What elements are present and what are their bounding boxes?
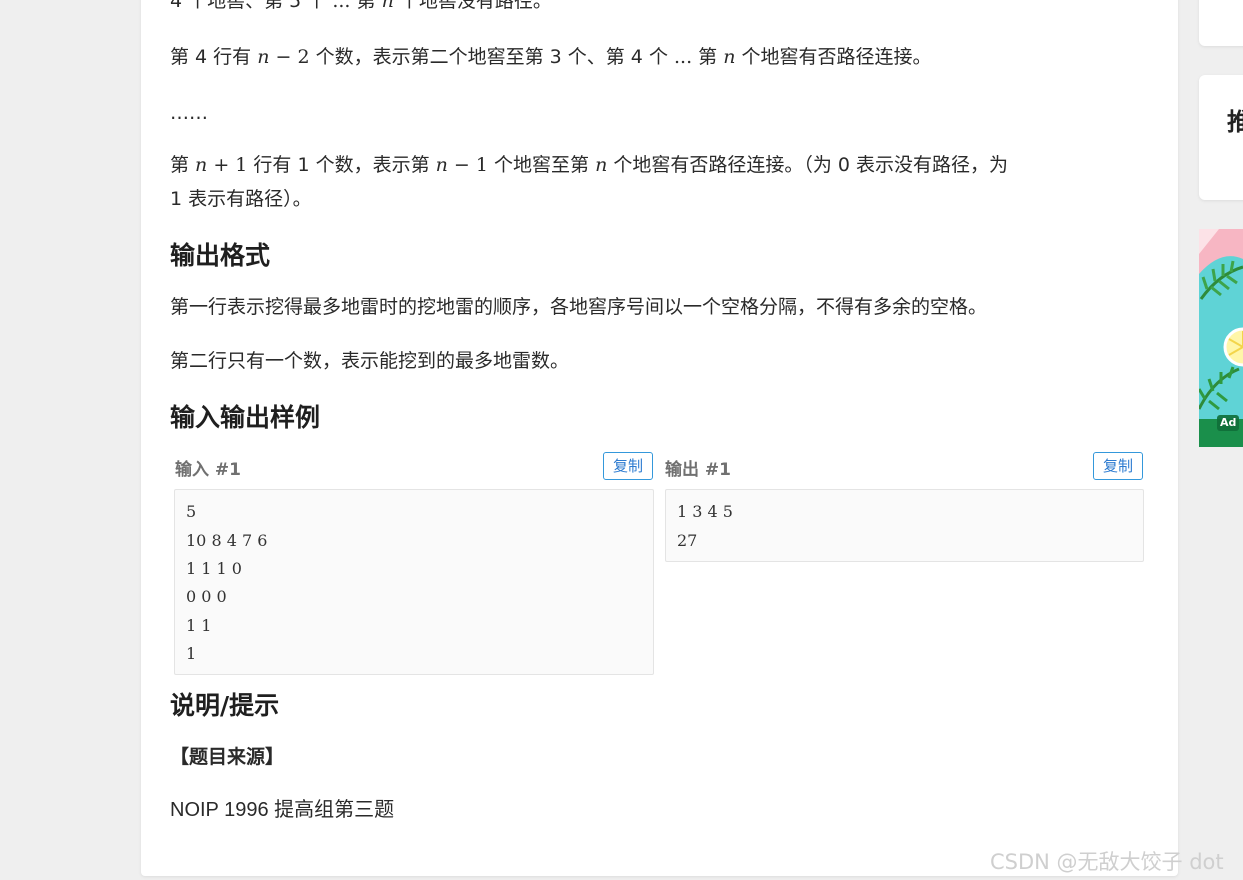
output-format-heading: 输出格式 [170,241,271,270]
input-format-last-line-cont: 1 表示有路径）。 [170,188,312,210]
code-line: 5 [186,502,197,521]
sample-output-box[interactable]: 1 3 4 5 27 [665,489,1144,562]
sidebar-card-top [1199,0,1243,46]
problem-text-partial: 4 个地窖、第 5 个 ... 第 n 个地窖没有路径。 [170,0,552,12]
input-format-last-line: 第 n + 1 行有 1 个数，表示第 n − 1 个地窖至第 n 个地窖有否路… [170,154,1009,176]
ad-badge: Ad [1220,416,1237,429]
output-format-line-1: 第一行表示挖得最多地雷时的挖地雷的顺序，各地窖序号间以一个空格分隔，不得有多余的… [170,296,988,318]
problem-card [141,0,1178,876]
sample-output-label: 输出 #1 [665,460,731,480]
copy-output-button[interactable]: 复制 [1093,452,1143,480]
code-line: 0 0 0 [186,587,227,606]
code-line: 27 [677,531,698,550]
ad-banner[interactable]: Ad [1199,229,1243,447]
sample-input-box[interactable]: 5 10 8 4 7 6 1 1 1 0 0 0 0 1 1 1 [174,489,654,675]
samples-heading: 输入输出样例 [170,403,321,432]
source-text: NOIP 1996 提高组第三题 [170,799,395,821]
sample-input-label: 输入 #1 [175,460,241,480]
sidebar-heading: 推 [1227,108,1243,136]
ad-image [1199,229,1243,447]
code-line: 1 [186,644,197,663]
watermark: CSDN @无敌大饺子 dot [990,850,1224,874]
code-line: 1 1 [186,616,212,635]
output-format-line-2: 第二行只有一个数，表示能挖到的最多地雷数。 [170,350,570,372]
hint-heading: 说明/提示 [170,691,280,720]
code-line: 1 3 4 5 [677,502,733,521]
copy-input-button[interactable]: 复制 [603,452,653,480]
sidebar-card-recommend [1199,75,1243,200]
input-format-line-4: 第 4 行有 n − 2 个数，表示第二个地窖至第 3 个、第 4 个 ... … [170,46,932,68]
input-format-ellipsis: …… [170,102,208,124]
code-line: 10 8 4 7 6 [186,531,268,550]
code-line: 1 1 1 0 [186,559,242,578]
source-heading: 【题目来源】 [170,746,285,768]
